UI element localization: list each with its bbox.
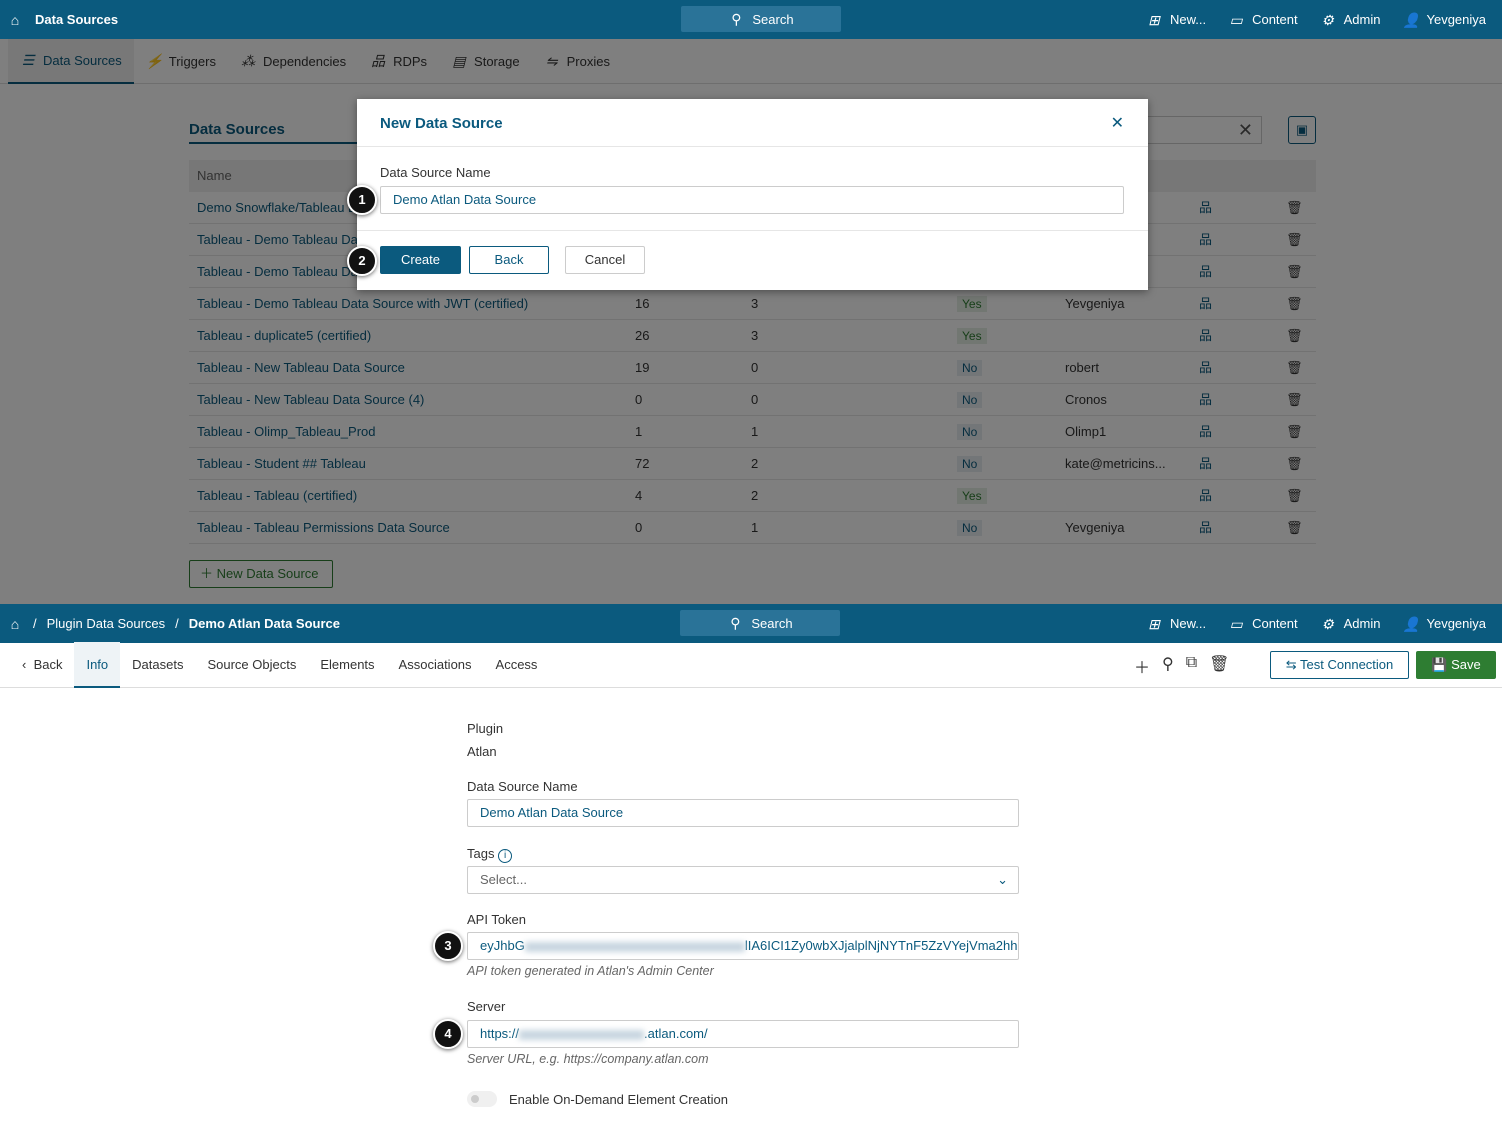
search-button[interactable]: ⚲ Search <box>681 6 841 32</box>
tab-bar: ‹ Back Info Datasets Source Objects Elem… <box>0 641 1502 688</box>
api-token-label: API Token <box>467 912 527 927</box>
modal-title: New Data Source <box>357 99 1148 147</box>
chevron-down-icon: ⌄ <box>997 872 1008 887</box>
on-demand-toggle-row: Enable On-Demand Element Creation <box>467 1091 1019 1107</box>
server-label: Server <box>467 999 506 1014</box>
step-badge-4: 4 <box>433 1019 463 1049</box>
folder-icon: ▭ <box>1229 11 1243 28</box>
breadcrumb-plugin-data-sources[interactable]: Plugin Data Sources <box>47 616 166 631</box>
plugin-value: Atlan <box>467 744 497 759</box>
step-badge-2: 2 <box>347 246 377 276</box>
tab-datasets[interactable]: Datasets <box>120 642 195 688</box>
tab-access[interactable]: Access <box>484 642 550 688</box>
search-button[interactable]: ⚲ Search <box>680 610 840 636</box>
search-icon[interactable]: ⚲ <box>1162 654 1174 678</box>
search-icon: ⚲ <box>731 11 742 27</box>
admin-button[interactable]: ⚙ Admin <box>1320 11 1380 28</box>
bottom-header: ⌂ / Plugin Data Sources / Demo Atlan Dat… <box>0 604 1502 643</box>
user-button[interactable]: 👤 Yevgeniya <box>1402 616 1486 632</box>
api-token-help: API token generated in Atlan's Admin Cen… <box>467 964 714 978</box>
copy-icon[interactable]: ⧉ <box>1186 654 1197 678</box>
plugin-label: Plugin <box>467 721 504 736</box>
app-title: Data Sources <box>35 12 119 27</box>
test-connection-button[interactable]: ⇆ Test Connection <box>1270 651 1409 679</box>
info-icon[interactable]: i <box>498 849 513 863</box>
cancel-button[interactable]: Cancel <box>565 246 645 274</box>
swap-icon: ⇆ <box>1285 657 1297 672</box>
content-button[interactable]: ▭ Content <box>1228 615 1297 632</box>
api-token-input[interactable]: eyJhbG lIA6ICI1Zy0wbXJjalplNjNYTnF5ZzVYej… <box>467 932 1019 960</box>
home-icon[interactable]: ⌂ <box>7 616 23 632</box>
back-link[interactable]: ‹ Back <box>10 642 74 688</box>
tags-label: Tags i <box>467 846 1019 863</box>
save-icon: 💾 <box>1431 657 1448 672</box>
step-badge-1: 1 <box>347 185 377 215</box>
trash-icon[interactable]: 🗑 <box>1209 654 1229 678</box>
top-header: ⌂ Data Sources ⚲ Search ⊞ New... ▭ Content … <box>0 0 1502 39</box>
folder-icon: ▭ <box>1229 615 1243 632</box>
tab-source-objects[interactable]: Source Objects <box>195 642 308 688</box>
name-label: Data Source Name <box>467 779 578 794</box>
user-icon: 👤 <box>1402 615 1420 632</box>
admin-button[interactable]: ⚙ Admin <box>1320 615 1380 632</box>
step-badge-3: 3 <box>433 931 463 961</box>
server-input[interactable]: https://.atlan.com/ <box>467 1020 1019 1048</box>
create-button[interactable]: Create <box>380 246 461 274</box>
back-button[interactable]: Back <box>469 246 549 274</box>
plus-square-icon: ⊞ <box>1148 615 1160 632</box>
breadcrumb-current: Demo Atlan Data Source <box>188 616 340 631</box>
gear-icon: ⚙ <box>1321 11 1334 28</box>
data-source-name-input[interactable]: Demo Atlan Data Source <box>380 186 1124 214</box>
plus-square-icon: ⊞ <box>1148 11 1160 28</box>
search-icon: ⚲ <box>730 615 741 631</box>
new-data-source-modal: New Data Source ✕ Data Source Name Demo … <box>357 99 1148 290</box>
server-help: Server URL, e.g. https://company.atlan.c… <box>467 1052 709 1066</box>
content-button[interactable]: ▭ Content <box>1228 11 1297 28</box>
user-button[interactable]: 👤 Yevgeniya <box>1402 12 1486 28</box>
gear-icon: ⚙ <box>1321 615 1334 632</box>
data-source-name-input[interactable]: Demo Atlan Data Source <box>467 799 1019 827</box>
tags-select[interactable]: Select... ⌄ <box>467 866 1019 894</box>
tab-info[interactable]: Info <box>74 641 121 688</box>
new-button[interactable]: ⊞ New... <box>1146 12 1206 28</box>
add-icon[interactable]: ＋ <box>1134 654 1150 678</box>
tab-elements[interactable]: Elements <box>308 642 386 688</box>
new-button[interactable]: ⊞ New... <box>1146 616 1206 632</box>
home-icon[interactable]: ⌂ <box>7 12 23 28</box>
user-icon: 👤 <box>1402 11 1420 28</box>
close-icon[interactable]: ✕ <box>1111 113 1124 133</box>
tab-associations[interactable]: Associations <box>387 642 484 688</box>
on-demand-toggle[interactable] <box>467 1091 497 1107</box>
field-label: Data Source Name <box>380 165 491 180</box>
save-button[interactable]: 💾 Save <box>1416 651 1496 679</box>
